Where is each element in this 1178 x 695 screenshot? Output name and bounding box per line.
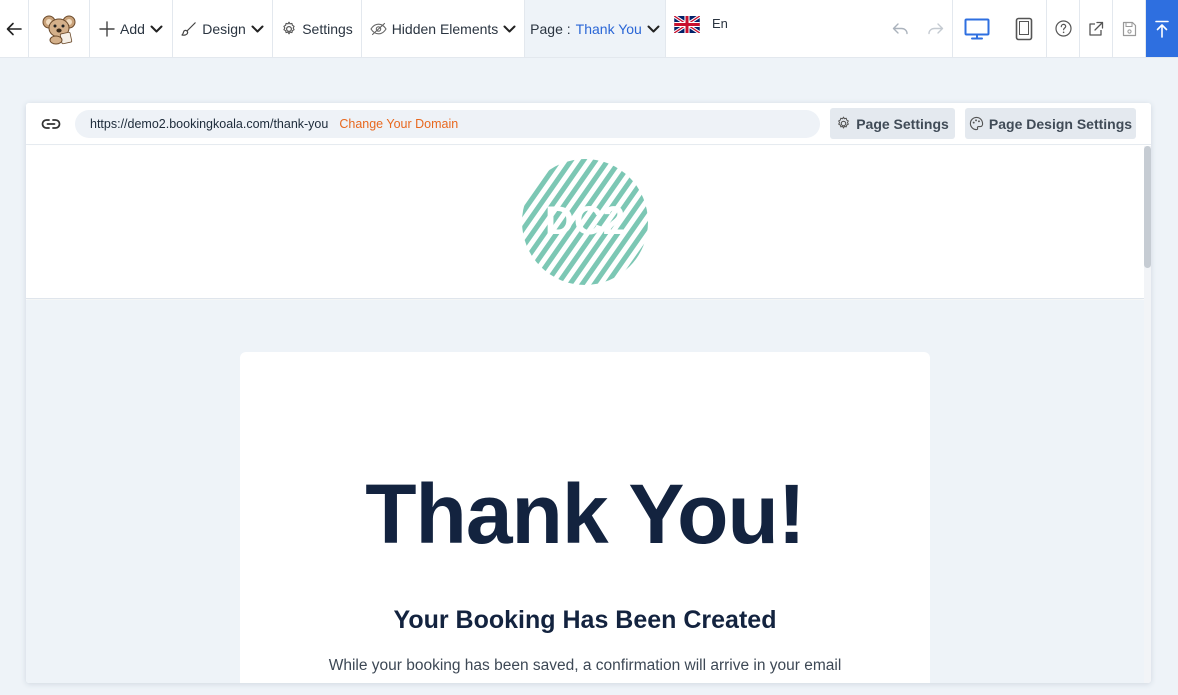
site-logo-text: DC2: [545, 199, 625, 243]
hidden-elements-label: Hidden Elements: [391, 20, 499, 37]
page-url-text: https://demo2.bookingkoala.com/thank-you: [90, 117, 329, 131]
page-select-dropdown[interactable]: Page : Thank You: [525, 0, 666, 57]
thank-you-card[interactable]: Thank You! Your Booking Has Been Created…: [240, 352, 930, 683]
gear-icon: [838, 116, 849, 129]
settings-label: Settings: [302, 20, 353, 37]
chevron-down-icon: [647, 25, 660, 32]
help-button[interactable]: [1047, 0, 1080, 57]
top-toolbar: Add Design Settings Hidden Elements Page…: [0, 0, 1178, 58]
tablet-icon: [1015, 17, 1032, 40]
chevron-down-icon: [251, 25, 264, 32]
redo-icon: [927, 22, 943, 34]
add-menu-label: Add: [120, 20, 145, 37]
link-icon: [41, 119, 61, 129]
undo-icon: [892, 22, 908, 34]
save-icon: [1122, 21, 1136, 36]
page-url-bar: https://demo2.bookingkoala.com/thank-you…: [26, 103, 1151, 145]
save-button[interactable]: [1113, 0, 1146, 57]
design-menu-label: Design: [202, 20, 246, 37]
page-canvas: Thank You! Your Booking Has Been Created…: [26, 300, 1144, 683]
booking-created-subheading: Your Booking Has Been Created: [393, 606, 777, 634]
page-design-settings-button[interactable]: Page Design Settings: [965, 108, 1136, 139]
undo-button[interactable]: [882, 0, 918, 57]
scroll-top-button[interactable]: [1146, 0, 1178, 57]
plus-icon: [99, 20, 115, 37]
site-header: DC2: [26, 146, 1144, 299]
site-logo[interactable]: DC2: [521, 158, 649, 286]
help-icon: [1054, 20, 1072, 37]
uk-flag-icon: [674, 16, 700, 33]
language-label: En: [712, 16, 728, 31]
page-settings-button[interactable]: Page Settings: [830, 108, 955, 139]
hidden-elements-button[interactable]: Hidden Elements: [362, 0, 525, 57]
thank-you-heading: Thank You!: [365, 467, 806, 561]
confirmation-message: While your booking has been saved, a con…: [328, 657, 842, 674]
palette-icon: [969, 116, 984, 131]
brush-icon: [181, 21, 197, 36]
back-arrow-icon: [6, 22, 22, 35]
desktop-icon: [964, 18, 990, 39]
page-select-value: Thank You: [575, 20, 642, 37]
external-link-icon: [1089, 21, 1104, 36]
chevron-down-icon: [150, 25, 163, 32]
page-preview-frame: https://demo2.bookingkoala.com/thank-you…: [26, 103, 1151, 683]
page-design-settings-label: Page Design Settings: [988, 115, 1133, 132]
scroll-top-icon: [1155, 20, 1169, 38]
page-settings-label: Page Settings: [856, 115, 949, 132]
gear-icon: [283, 21, 295, 34]
desktop-view-button[interactable]: [953, 0, 1001, 57]
design-menu-button[interactable]: Design: [173, 0, 273, 57]
koala-logo-button[interactable]: [29, 0, 90, 57]
settings-button[interactable]: Settings: [273, 0, 362, 57]
change-domain-link[interactable]: Change Your Domain: [339, 117, 458, 131]
eye-slash-icon: [370, 22, 387, 35]
preview-external-button[interactable]: [1080, 0, 1113, 57]
back-button[interactable]: [0, 0, 29, 57]
koala-logo: [42, 15, 76, 44]
scrollbar-thumb[interactable]: [1144, 146, 1151, 268]
language-selector[interactable]: En: [666, 0, 746, 57]
tablet-view-button[interactable]: [1001, 0, 1047, 57]
add-menu-button[interactable]: Add: [90, 0, 173, 57]
page-select-prefix: Page :: [530, 20, 571, 37]
chevron-down-icon: [503, 25, 516, 32]
page-url-field: https://demo2.bookingkoala.com/thank-you…: [75, 110, 820, 138]
redo-button[interactable]: [918, 0, 953, 57]
